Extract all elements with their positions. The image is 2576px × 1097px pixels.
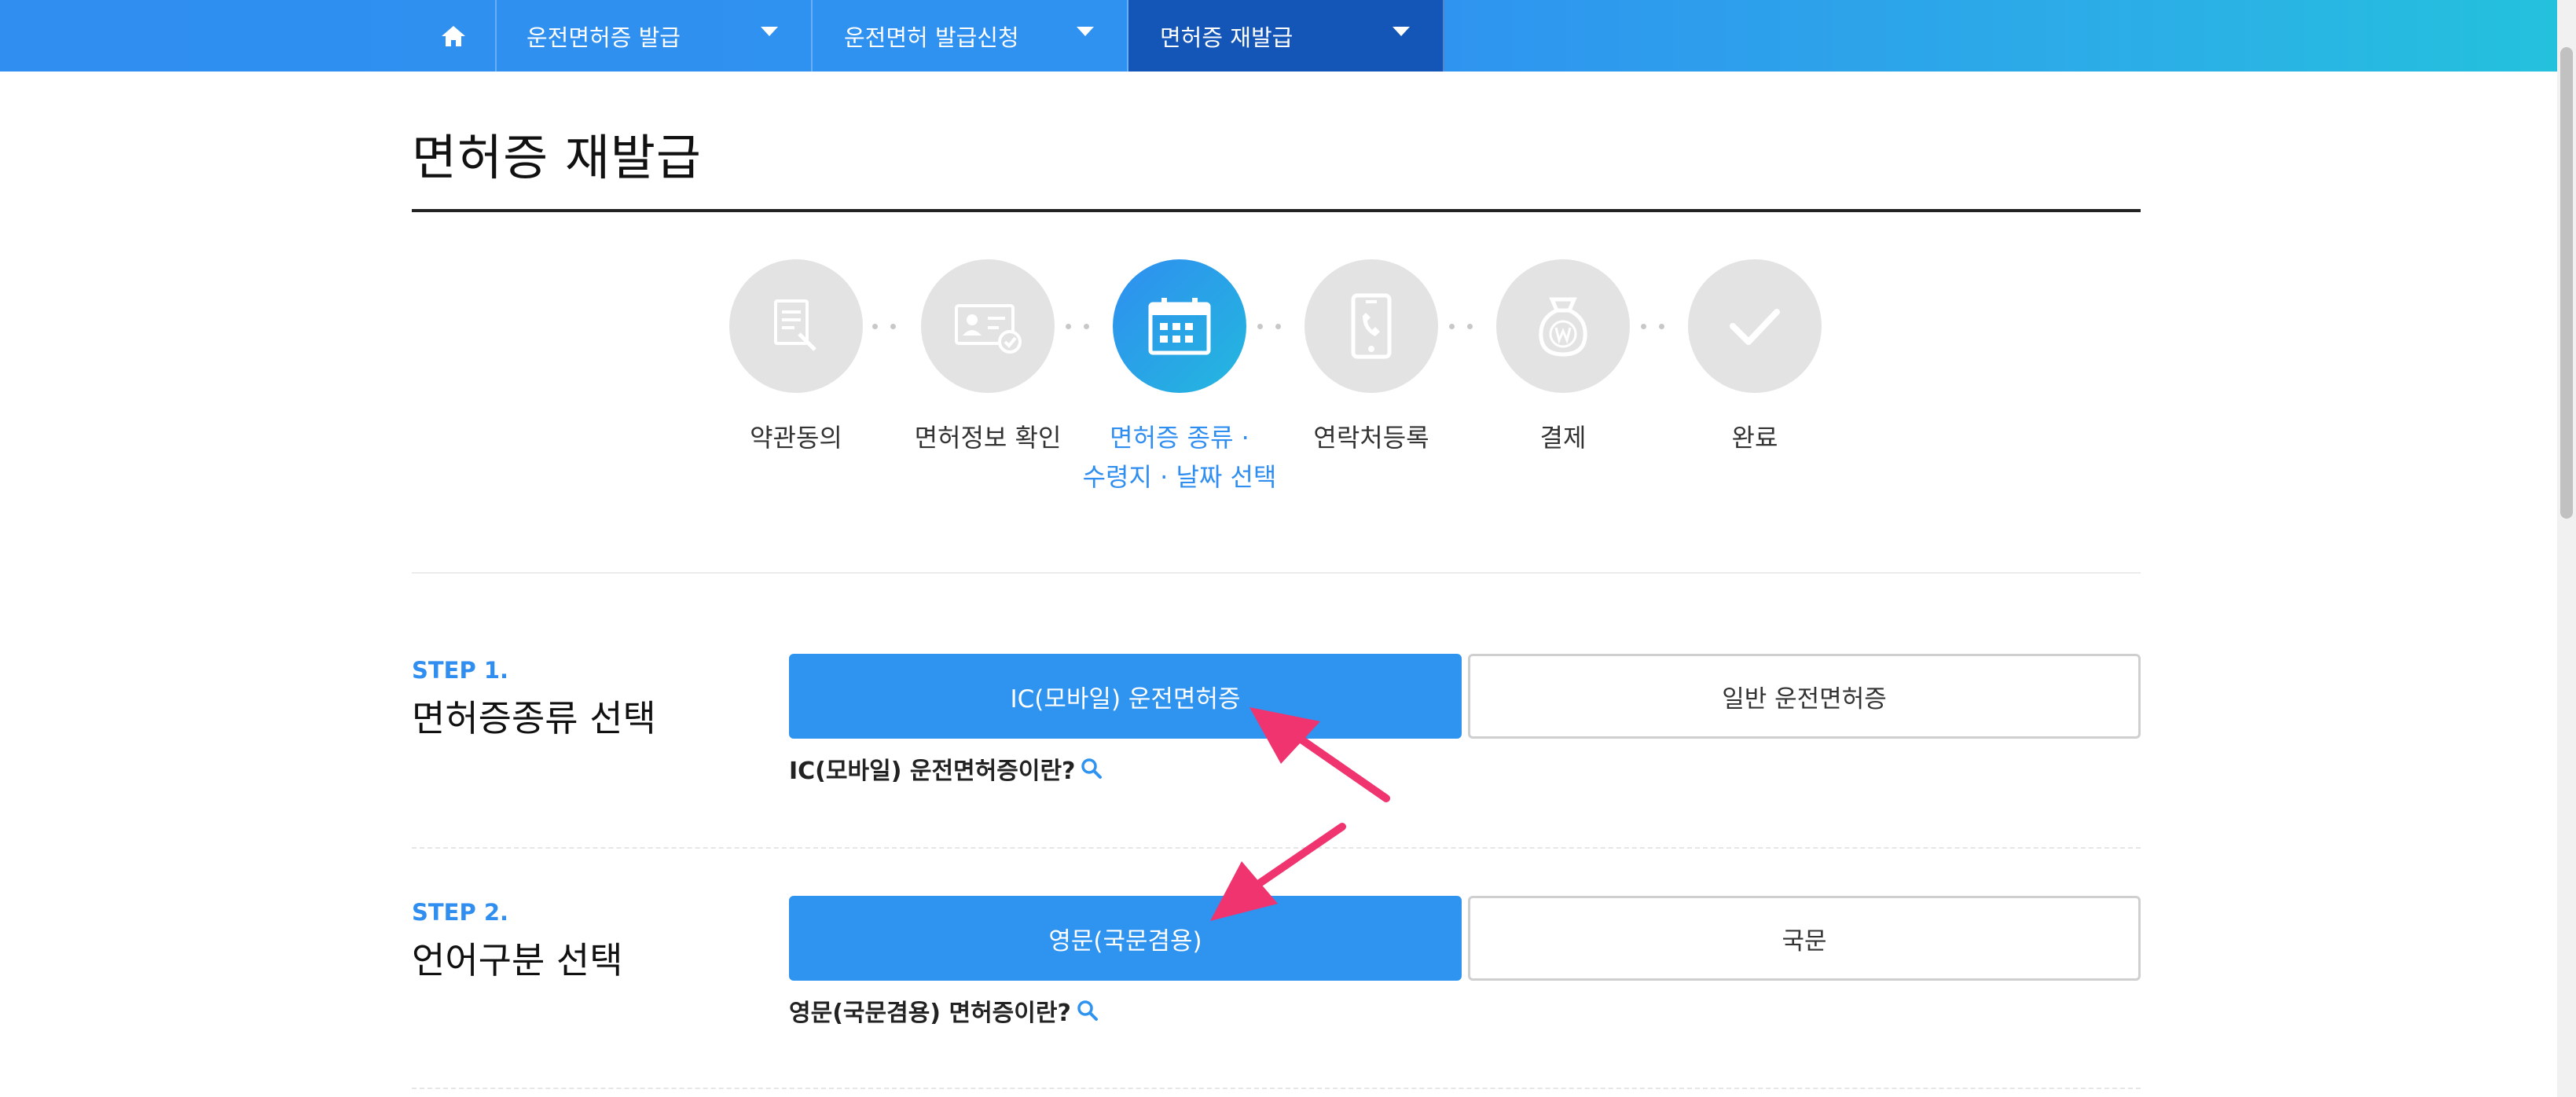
regular-license-button[interactable]: 일반 운전면허증 [1468,654,2141,739]
chevron-down-icon [761,27,778,36]
step-label: 완료 [1731,423,1778,453]
info-link-label: IC(모바일) 운전면허증이란? [789,758,1076,785]
progress-step-contact: 연락처등록 [1305,259,1438,453]
section-divider [412,1088,2141,1089]
search-icon [1081,758,1103,779]
step-circle [1496,259,1630,393]
korean-license-button[interactable]: 국문 [1468,896,2141,981]
step-connector [872,324,896,329]
step1-heading: 면허증종류 선택 [412,697,656,739]
progress-step-terms: 약관동의 [729,259,863,453]
check-icon [1730,309,1780,345]
nav-item-label: 운전면허 발급신청 [844,24,1019,51]
home-icon [442,25,465,46]
home-button[interactable] [412,0,497,72]
scrollbar-thumb[interactable] [2560,47,2573,519]
nav-item-reissue[interactable]: 면허증 재발급 [1128,0,1444,72]
step2-heading: 언어구분 선택 [412,939,623,981]
step-label-line: 수령지 · 날짜 선택 [1082,462,1277,492]
nav-item-license-issue[interactable]: 운전면허증 발급 [495,0,813,72]
ic-license-info-link[interactable]: IC(모바일) 운전면허증이란? [789,751,1103,786]
step-connector [1257,324,1281,329]
ic-mobile-license-button[interactable]: IC(모바일) 운전면허증 [789,654,1462,739]
step-connector [1449,324,1473,329]
step-circle [1305,259,1438,393]
calendar-icon [1148,298,1211,355]
document-pen-icon [774,299,816,351]
search-icon [1077,1000,1098,1021]
info-link-label: 영문(국문겸용) 면허증이란? [789,1000,1071,1027]
english-license-info-link[interactable]: 영문(국문겸용) 면허증이란? [789,993,1099,1028]
phone-icon [1351,293,1392,359]
progress-step-complete: 완료 [1688,259,1822,453]
chevron-down-icon [1077,27,1094,36]
section-divider [412,847,2141,849]
step-circle-active [1113,259,1246,393]
progress-step-payment: 결제 [1496,259,1630,453]
step-connector [1641,324,1664,329]
nav-item-license-application[interactable]: 운전면허 발급신청 [813,0,1128,72]
page-title: 면허증 재발급 [412,129,702,186]
section-divider [412,572,2141,574]
progress-step-license-info: 면허정보 확인 [915,259,1061,453]
step-circle [729,259,863,393]
step-circle [921,259,1055,393]
top-navigation: 운전면허증 발급 운전면허 발급신청 면허증 재발급 [0,0,2576,72]
title-divider [412,209,2141,212]
nav-item-label: 면허증 재발급 [1160,24,1294,51]
won-bag-icon [1539,297,1587,357]
progress-step-type-select: 면허증 종류 · 수령지 · 날짜 선택 [1083,259,1276,492]
step-connector [1066,324,1089,329]
step1-tag: STEP 1. [412,657,509,684]
english-license-button[interactable]: 영문(국문겸용) [789,896,1462,981]
id-card-check-icon [955,304,1022,354]
nav-item-label: 운전면허증 발급 [527,24,681,51]
step2-tag: STEP 2. [412,899,509,926]
step-circle [1688,259,1822,393]
chevron-down-icon [1393,27,1410,36]
